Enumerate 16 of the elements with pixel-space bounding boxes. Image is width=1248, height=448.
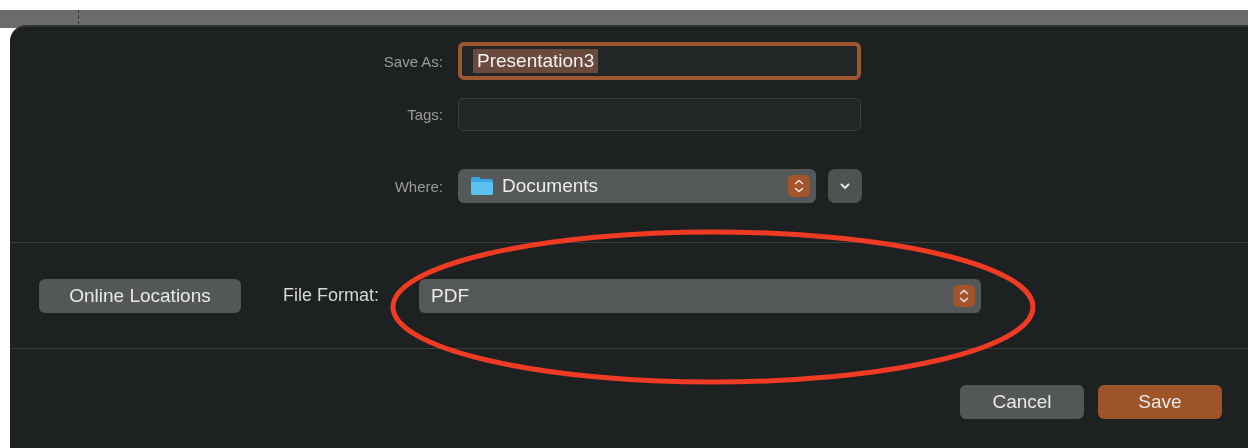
tags-label: Tags:	[406, 106, 444, 123]
save-as-label: Save As:	[382, 52, 444, 70]
save-as-field[interactable]: Presentation3	[458, 42, 861, 80]
folder-icon	[470, 176, 494, 196]
chevron-down-icon	[839, 182, 851, 190]
where-dropdown[interactable]: Documents	[458, 169, 816, 203]
stepper-icon	[953, 284, 975, 307]
stepper-icon	[788, 175, 810, 197]
save-button[interactable]: Save	[1098, 385, 1222, 419]
expand-button[interactable]	[828, 169, 862, 203]
tags-field[interactable]	[458, 98, 861, 131]
file-format-dropdown[interactable]: PDF	[419, 278, 981, 313]
cancel-button[interactable]: Cancel	[960, 385, 1084, 419]
online-locations-button[interactable]: Online Locations	[39, 278, 241, 313]
where-label: Where:	[393, 177, 444, 195]
file-format-label: File Format:	[283, 285, 380, 306]
